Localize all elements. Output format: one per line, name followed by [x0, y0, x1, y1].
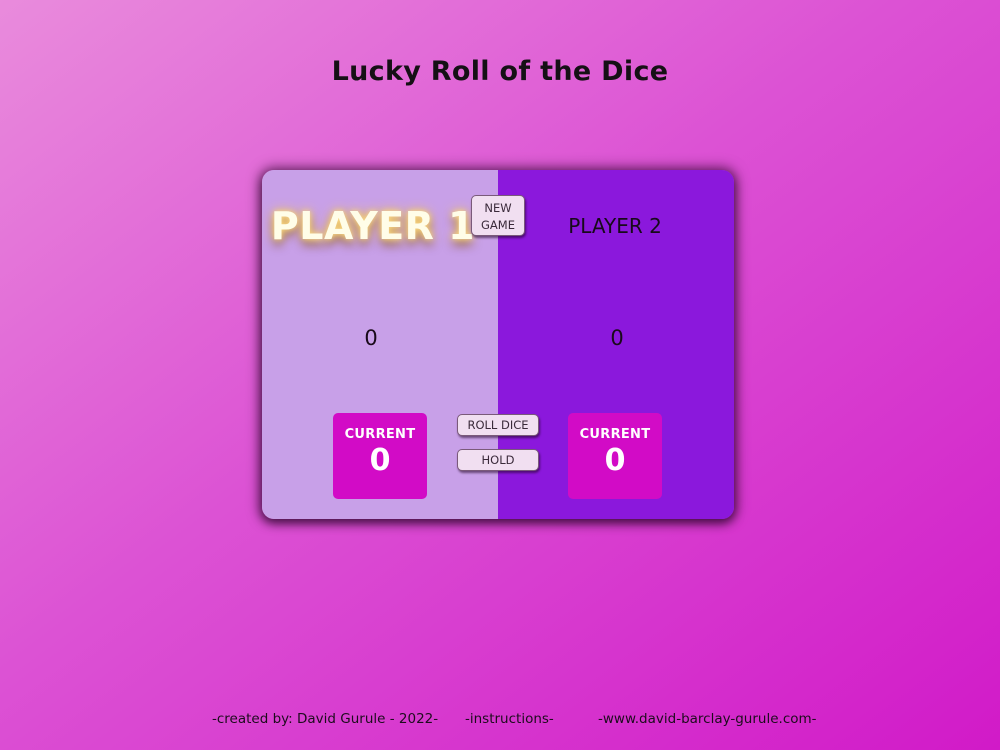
new-game-label-line1: NEW	[484, 201, 512, 215]
player-2-current-label: CURRENT	[579, 427, 651, 442]
player-2-total-score: 0	[610, 326, 624, 350]
player-2-name: PLAYER 2	[568, 214, 662, 238]
new-game-label-line2: GAME	[481, 218, 515, 232]
player-1-total-score: 0	[364, 326, 378, 350]
website-link[interactable]: -www.david-barclay-gurule.com-	[598, 711, 817, 727]
new-game-button[interactable]: NEW GAME	[471, 195, 525, 236]
player-1-current-box: CURRENT 0	[333, 413, 427, 499]
player-2-current-score: 0	[604, 443, 626, 478]
player-2-current-box: CURRENT 0	[568, 413, 662, 499]
player-1-name: PLAYER 1	[270, 204, 476, 248]
player-1-current-score: 0	[369, 443, 391, 478]
roll-dice-button[interactable]: ROLL DICE	[457, 414, 539, 436]
footer-credit: -created by: David Gurule - 2022-	[212, 711, 439, 727]
instructions-link[interactable]: -instructions-	[465, 711, 554, 727]
page-title: Lucky Roll of the Dice	[331, 56, 669, 87]
hold-button[interactable]: HOLD	[457, 449, 539, 471]
player-1-current-label: CURRENT	[344, 427, 416, 442]
